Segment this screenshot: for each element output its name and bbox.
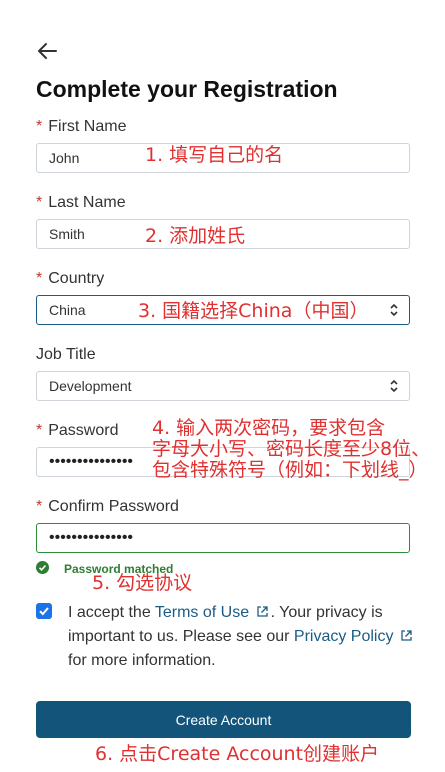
confirm-password-field[interactable]: ••••••••••••••• [36, 523, 410, 553]
select-caret-icon [390, 303, 398, 317]
annotation-step-3: 3. 国籍选择China（中国） [138, 300, 369, 322]
last-name-label: * Last Name [36, 194, 126, 211]
annotation-step-5: 5. 勾选协议 [92, 572, 193, 594]
privacy-policy-link[interactable]: Privacy Policy [294, 628, 394, 645]
terms-consent-text: I accept the Terms of Use . Your privacy… [68, 601, 418, 673]
external-link-icon [401, 630, 412, 641]
job-title-select[interactable]: Development [36, 371, 410, 401]
terms-of-use-link[interactable]: Terms of Use [155, 604, 249, 621]
page-title: Complete your Registration [36, 76, 338, 102]
terms-checkbox[interactable] [36, 603, 52, 619]
annotation-step-4: 4. 输入两次密码，要求包含 字母大小写、密码长度至少8位、 包含特殊符号（例如… [152, 417, 431, 481]
job-title-label: Job Title [36, 346, 96, 363]
first-name-label: * First Name [36, 118, 127, 135]
annotation-step-1: 1. 填写自己的名 [145, 144, 284, 166]
country-label: * Country [36, 270, 105, 287]
external-link-icon [256, 606, 268, 617]
confirm-password-label: * Confirm Password [36, 498, 179, 515]
check-circle-icon [36, 561, 49, 574]
password-label: * Password [36, 422, 119, 439]
arrow-left-icon[interactable] [36, 40, 60, 62]
create-account-button[interactable]: Create Account [36, 701, 411, 738]
select-caret-icon [390, 379, 398, 393]
annotation-step-6: 6. 点击Create Account创建账户 [95, 743, 380, 765]
checkmark-icon [39, 607, 49, 616]
annotation-step-2: 2. 添加姓氏 [145, 225, 246, 247]
